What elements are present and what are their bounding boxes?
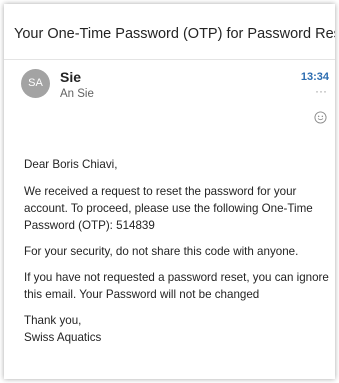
email-signature: Swiss Aquatics [24,331,102,344]
sender-avatar[interactable]: SA [21,69,50,98]
email-reading-pane: Your One-Time Password (OTP) for Passwor… [4,4,335,379]
received-time: 13:34 [300,71,329,83]
email-paragraph-ignore: If you have not requested a password res… [24,271,329,301]
smiley-icon[interactable] [314,111,327,124]
subject-bar: Your One-Time Password (OTP) for Passwor… [4,4,335,60]
email-body: Dear Boris Chiavi, We received a request… [24,156,330,346]
sender-name[interactable]: Sie [60,69,81,85]
more-options-icon[interactable]: ··· [315,84,327,98]
email-greeting: Dear Boris Chiavi, [24,158,118,171]
email-closing: Thank you, [24,314,82,327]
email-paragraph-otp: We received a request to reset the passw… [24,185,313,232]
recipient-line: An Sie [60,88,94,100]
email-paragraph-security: For your security, do not share this cod… [24,245,299,258]
email-subject: Your One-Time Password (OTP) for Passwor… [14,26,335,42]
